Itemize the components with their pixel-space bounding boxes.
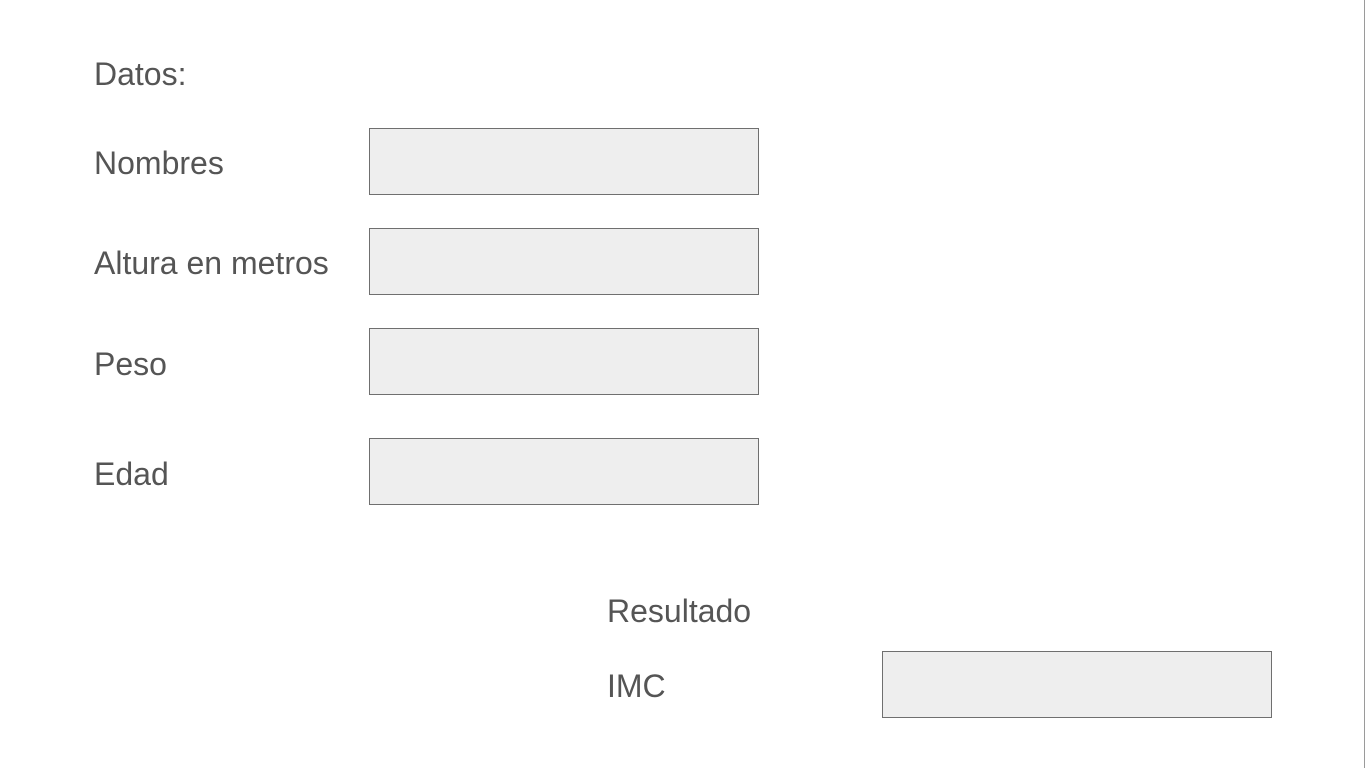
nombres-input[interactable] xyxy=(369,128,759,195)
imc-output[interactable] xyxy=(882,651,1272,718)
page-right-border xyxy=(1364,0,1365,768)
peso-label: Peso xyxy=(94,346,167,382)
nombres-label: Nombres xyxy=(94,145,224,181)
edad-label: Edad xyxy=(94,456,169,492)
altura-label: Altura en metros xyxy=(94,245,329,281)
resultado-heading: Resultado xyxy=(607,593,752,629)
altura-input[interactable] xyxy=(369,228,759,295)
edad-input[interactable] xyxy=(369,438,759,505)
imc-label: IMC xyxy=(607,668,666,704)
section-title-datos: Datos: xyxy=(94,56,187,92)
peso-input[interactable] xyxy=(369,328,759,395)
